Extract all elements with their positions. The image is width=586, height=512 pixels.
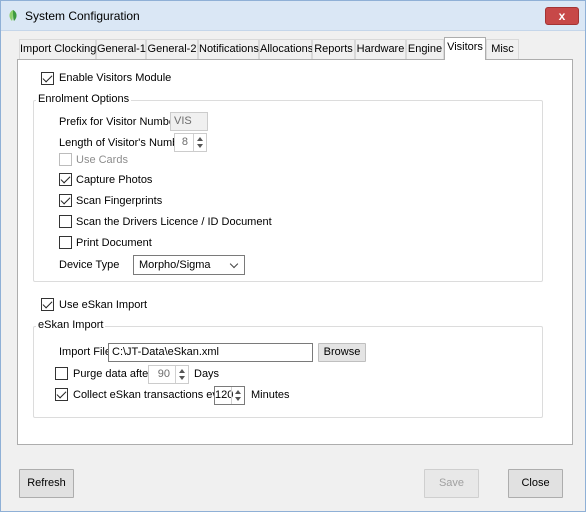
system-configuration-window: System Configuration x Import Clockings … [0, 0, 586, 512]
collect-label: Collect eSkan transactions every [73, 389, 234, 401]
purge-days-stepper[interactable]: 90 [148, 365, 189, 384]
scan-fingerprints-checkbox[interactable] [59, 194, 72, 207]
tab-general-1[interactable]: General-1 [96, 39, 146, 59]
enrolment-options-title: Enrolment Options [36, 93, 132, 105]
close-button[interactable]: Close [508, 469, 563, 498]
tab-hardware[interactable]: Hardware [355, 39, 406, 59]
scan-licence-label: Scan the Drivers Licence / ID Document [76, 216, 272, 228]
browse-button[interactable]: Browse [318, 343, 366, 362]
import-file-label: Import File [59, 346, 111, 358]
device-type-label: Device Type [59, 259, 120, 271]
collect-minutes-stepper[interactable]: 120 [214, 386, 245, 405]
tab-engine[interactable]: Engine [406, 39, 444, 59]
prefix-field[interactable]: VIS [170, 112, 208, 131]
tab-notifications[interactable]: Notifications [198, 39, 259, 59]
purge-days-value: 90 [157, 368, 170, 380]
device-type-select[interactable]: Morpho/Sigma [133, 255, 245, 275]
window-close-button[interactable]: x [545, 7, 579, 25]
capture-photos-checkbox[interactable] [59, 173, 72, 186]
scan-licence-checkbox[interactable] [59, 215, 72, 228]
length-stepper[interactable]: 8 [174, 133, 207, 152]
chevron-down-icon [229, 259, 239, 269]
app-leaf-icon [9, 10, 17, 21]
tab-general-2[interactable]: General-2 [146, 39, 198, 59]
length-spin-arrows-icon[interactable] [193, 134, 206, 151]
use-eskan-checkbox[interactable] [41, 298, 54, 311]
days-label: Days [194, 368, 220, 380]
tab-misc[interactable]: Misc [486, 39, 519, 59]
collect-spin-arrows-icon[interactable] [231, 387, 244, 404]
scan-fingerprints-label: Scan Fingerprints [76, 195, 163, 207]
use-cards-checkbox[interactable] [59, 153, 72, 166]
prefix-label: Prefix for Visitor Number [59, 116, 179, 128]
visitors-tab-panel: Enable Visitors Module Enrolment Options… [17, 59, 573, 445]
length-label: Length of Visitor's Number [59, 137, 189, 149]
import-file-field[interactable]: C:\JT-Data\eSkan.xml [108, 343, 313, 362]
enable-visitors-label: Enable Visitors Module [59, 72, 172, 84]
title-bar: System Configuration x [1, 1, 585, 31]
use-cards-label: Use Cards [76, 154, 128, 166]
tab-allocations[interactable]: Allocations [259, 39, 313, 59]
eskan-import-title: eSkan Import [36, 319, 106, 331]
print-document-label: Print Document [76, 237, 152, 249]
purge-label: Purge data after [73, 368, 152, 380]
save-button[interactable]: Save [424, 469, 479, 498]
print-document-checkbox[interactable] [59, 236, 72, 249]
minutes-label: Minutes [251, 389, 290, 401]
purge-spin-arrows-icon[interactable] [175, 366, 188, 383]
collect-checkbox[interactable] [55, 388, 68, 401]
use-eskan-label: Use eSkan Import [59, 299, 148, 311]
window-title: System Configuration [25, 9, 140, 23]
purge-checkbox[interactable] [55, 367, 68, 380]
tab-visitors[interactable]: Visitors [444, 37, 486, 60]
refresh-button[interactable]: Refresh [19, 469, 74, 498]
collect-minutes-value: 120 [215, 389, 234, 401]
length-value: 8 [181, 136, 188, 148]
enable-visitors-checkbox[interactable] [41, 72, 54, 85]
tab-reports[interactable]: Reports [312, 39, 355, 59]
tab-import-clockings[interactable]: Import Clockings [19, 39, 102, 59]
device-type-value: Morpho/Sigma [139, 259, 211, 271]
capture-photos-label: Capture Photos [76, 174, 153, 186]
